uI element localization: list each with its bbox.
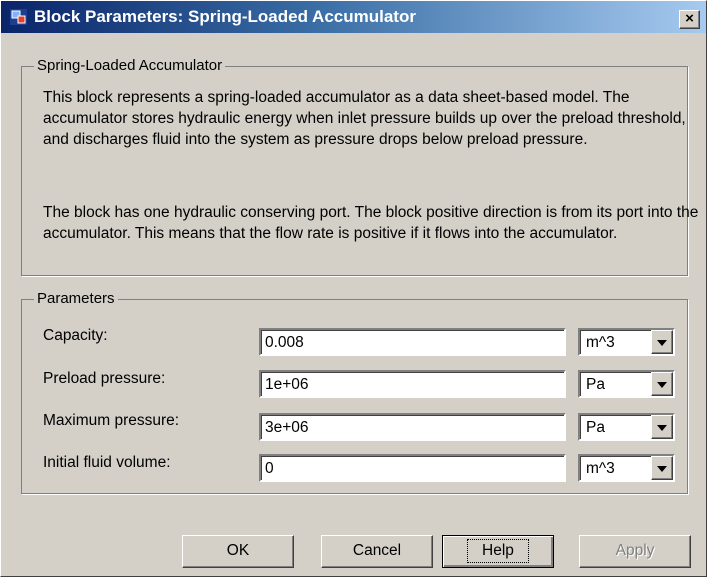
- capacity-unit-select[interactable]: m^3: [578, 328, 675, 356]
- window-title: Block Parameters: Spring-Loaded Accumula…: [34, 7, 416, 26]
- capacity-value: 0.008: [265, 334, 304, 351]
- preload-pressure-unit-dropdown-button[interactable]: [651, 372, 673, 396]
- maximum-pressure-value: 3e+06: [265, 419, 309, 436]
- close-button[interactable]: ×: [679, 10, 700, 29]
- chevron-down-icon: [657, 382, 667, 388]
- description-paragraph-2: The block has one hydraulic conserving p…: [43, 204, 699, 242]
- parameters-group-legend: Parameters: [34, 290, 118, 308]
- capacity-unit-dropdown-button[interactable]: [651, 330, 673, 354]
- maximum-pressure-unit-value: Pa: [586, 419, 605, 436]
- initial-fluid-volume-value: 0: [265, 460, 274, 477]
- capacity-input[interactable]: 0.008: [259, 328, 566, 356]
- ok-button[interactable]: OK: [182, 535, 294, 568]
- maximum-pressure-unit-dropdown-button[interactable]: [651, 415, 673, 439]
- help-button-label: Help: [467, 539, 529, 563]
- simulink-block-icon: [10, 9, 27, 25]
- title-bar[interactable]: Block Parameters: Spring-Loaded Accumula…: [1, 1, 706, 33]
- preload-pressure-unit-value: Pa: [586, 376, 605, 393]
- chevron-down-icon: [657, 425, 667, 431]
- preload-pressure-unit-select[interactable]: Pa: [578, 370, 675, 398]
- apply-button[interactable]: Apply: [579, 535, 691, 568]
- description-group-legend: Spring-Loaded Accumulator: [34, 57, 226, 75]
- initial-fluid-volume-unit-value: m^3: [586, 460, 615, 477]
- capacity-unit-value: m^3: [586, 334, 615, 351]
- cancel-button[interactable]: Cancel: [321, 535, 433, 568]
- preload-pressure-value: 1e+06: [265, 376, 309, 393]
- maximum-pressure-input[interactable]: 3e+06: [259, 413, 566, 441]
- description-group: Spring-Loaded Accumulator This block rep…: [21, 57, 698, 276]
- dialog-window: Block Parameters: Spring-Loaded Accumula…: [0, 0, 707, 577]
- preload-pressure-input[interactable]: 1e+06: [259, 370, 566, 398]
- initial-fluid-volume-label: Initial fluid volume:: [43, 454, 171, 471]
- close-icon: ×: [685, 10, 694, 27]
- initial-fluid-volume-unit-dropdown-button[interactable]: [651, 456, 673, 480]
- capacity-label: Capacity:: [43, 327, 108, 344]
- chevron-down-icon: [657, 340, 667, 346]
- maximum-pressure-label: Maximum pressure:: [43, 412, 180, 429]
- chevron-down-icon: [657, 466, 667, 472]
- description-paragraph-1: This block represents a spring-loaded ac…: [43, 89, 686, 148]
- initial-fluid-volume-input[interactable]: 0: [259, 454, 566, 482]
- maximum-pressure-unit-select[interactable]: Pa: [578, 413, 675, 441]
- preload-pressure-label: Preload pressure:: [43, 370, 166, 387]
- initial-fluid-volume-unit-select[interactable]: m^3: [578, 454, 675, 482]
- help-button[interactable]: Help: [442, 535, 554, 568]
